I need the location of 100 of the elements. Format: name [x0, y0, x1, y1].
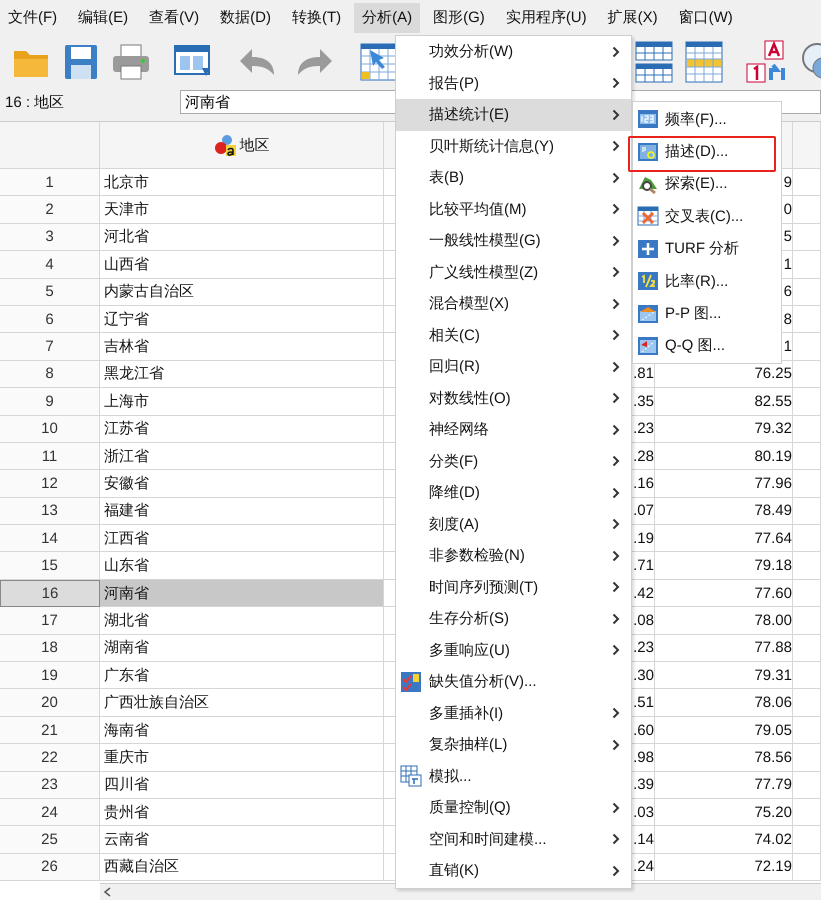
menu-item[interactable]: 时间序列预测(T) [396, 572, 631, 603]
menu-item[interactable]: 空间和时间建模... [396, 824, 631, 855]
menu-item[interactable]: 编辑(E) [70, 2, 136, 32]
table-cell: 安徽省 [100, 470, 384, 498]
row-number[interactable]: 25 [0, 826, 100, 854]
save-icon[interactable] [64, 44, 98, 80]
row-number[interactable]: 12 [0, 470, 100, 498]
row-number[interactable]: 6 [0, 306, 100, 334]
menu-item[interactable]: 刻度(A) [396, 508, 631, 540]
table-cell [793, 826, 821, 854]
table-cell: 上海市 [100, 388, 384, 416]
table-cell [793, 552, 821, 580]
row-number[interactable]: 23 [0, 772, 100, 799]
menu-item[interactable]: 窗口(W) [670, 2, 741, 32]
table-cell [793, 798, 821, 826]
chevron-right-icon [612, 707, 620, 720]
table-cell: 79.32 [655, 416, 793, 443]
table-cell [793, 360, 821, 388]
table-cell: 广西壮族自治区 [100, 689, 384, 717]
menu-item[interactable]: 质量控制(Q) [396, 792, 631, 824]
row-number[interactable]: 17 [0, 607, 100, 635]
split-table-icon[interactable] [635, 40, 673, 82]
menu-item[interactable]: 生存分析(S) [396, 603, 631, 634]
row-number[interactable]: 8 [0, 360, 100, 388]
chevron-right-icon [612, 518, 620, 530]
row-number[interactable]: 14 [0, 525, 100, 552]
table-cell: 78.06 [655, 689, 793, 717]
menu-item[interactable]: 非参数检验(N) [396, 540, 631, 572]
menu-item[interactable]: 转换(T) [284, 2, 350, 32]
menu-item[interactable]: 混合模型(X) [396, 288, 631, 320]
row-number[interactable]: 24 [0, 798, 100, 826]
chevron-right-icon [612, 644, 620, 656]
mu-sigma-icon [637, 140, 659, 163]
row-number[interactable]: 2 [0, 196, 100, 224]
menu-item[interactable]: 扩展(X) [600, 2, 666, 32]
row-number[interactable]: 4 [0, 251, 100, 279]
table-cell: 77.79 [655, 772, 793, 799]
row-number[interactable]: 16 [0, 580, 100, 608]
table-cell [793, 442, 821, 470]
menu-item[interactable]: 功效分析(W) [396, 36, 631, 68]
chevron-right-icon [612, 864, 620, 877]
row-number[interactable]: 10 [0, 416, 100, 443]
chevron-right-icon [612, 802, 620, 814]
menu-item[interactable]: 文件(F) [0, 2, 66, 32]
row-number[interactable]: 26 [0, 854, 100, 882]
row-number[interactable]: 22 [0, 744, 100, 772]
menu-item[interactable]: 比较平均值(M) [396, 194, 631, 225]
menu-item[interactable]: 相关(C) [396, 320, 631, 351]
chevron-right-icon [612, 424, 620, 436]
table-cell [793, 224, 821, 252]
missing-values-icon [400, 670, 422, 693]
row-number[interactable]: 19 [0, 662, 100, 690]
menu-item[interactable]: 频率(F)... [633, 103, 781, 136]
menu-item[interactable]: 对数线性(O) [396, 382, 631, 414]
row-number[interactable]: 1 [0, 169, 100, 196]
menu-item[interactable]: 分类(F) [396, 446, 631, 477]
menu-item[interactable]: 分析(A) [354, 2, 420, 32]
menu-item[interactable]: 复杂抽样(L) [396, 729, 631, 760]
row-number[interactable]: 3 [0, 224, 100, 252]
table-cell: 79.31 [655, 662, 793, 690]
menu-item[interactable]: 报告(P) [396, 68, 631, 99]
row-number[interactable]: 21 [0, 716, 100, 744]
menu-item[interactable]: 神经网络 [396, 414, 631, 446]
column-header[interactable]: 地区 [100, 122, 384, 169]
menu-item[interactable]: 查看(V) [141, 2, 208, 32]
menu-item[interactable]: 模拟... [396, 760, 631, 792]
row-number[interactable]: 9 [0, 388, 100, 416]
menu-item[interactable]: 数据(D) [212, 2, 279, 32]
menu-item[interactable]: 多重插补(I) [396, 698, 631, 729]
table-icon[interactable] [685, 40, 723, 82]
menu-item[interactable]: 一般线性模型(G) [396, 225, 631, 256]
menu-item[interactable]: 图形(G) [425, 2, 493, 32]
table-cell: 82.55 [655, 388, 793, 416]
chevron-right-icon [612, 329, 620, 342]
row-number[interactable]: 5 [0, 278, 100, 306]
table-cell: 北京市 [100, 169, 384, 196]
table-cell: 75.20 [655, 798, 793, 826]
row-number[interactable]: 11 [0, 442, 100, 470]
menu-item[interactable]: 回归(R) [396, 351, 631, 382]
row-number[interactable]: 15 [0, 552, 100, 580]
menu-item[interactable]: 降维(D) [396, 477, 631, 508]
printer-icon[interactable] [112, 44, 150, 80]
menu-item[interactable]: 表(B) [396, 162, 631, 194]
chevron-right-icon [612, 738, 620, 751]
menu-item[interactable]: 缺失值分析(V)... [396, 666, 631, 698]
menu-item[interactable]: 贝叶斯统计信息(Y) [396, 130, 631, 162]
menu-item[interactable]: 直销(K) [396, 855, 631, 886]
table-cell [793, 689, 821, 717]
row-number[interactable]: 18 [0, 634, 100, 662]
row-number[interactable]: 7 [0, 333, 100, 361]
row-number[interactable]: 20 [0, 689, 100, 717]
chevron-right-icon [612, 266, 620, 278]
menu-item[interactable]: 描述统计(E) [396, 99, 631, 130]
row-number[interactable]: 13 [0, 498, 100, 526]
menu-item[interactable]: 实用程序(U) [498, 2, 595, 32]
menu-item[interactable]: 多重响应(U) [396, 634, 631, 666]
menu-item[interactable]: 广义线性模型(Z) [396, 256, 631, 288]
menu-item[interactable]: 描述(D)... [633, 135, 781, 168]
cell-reference: 16 : 地区 [5, 92, 66, 112]
table-cell [793, 498, 821, 526]
